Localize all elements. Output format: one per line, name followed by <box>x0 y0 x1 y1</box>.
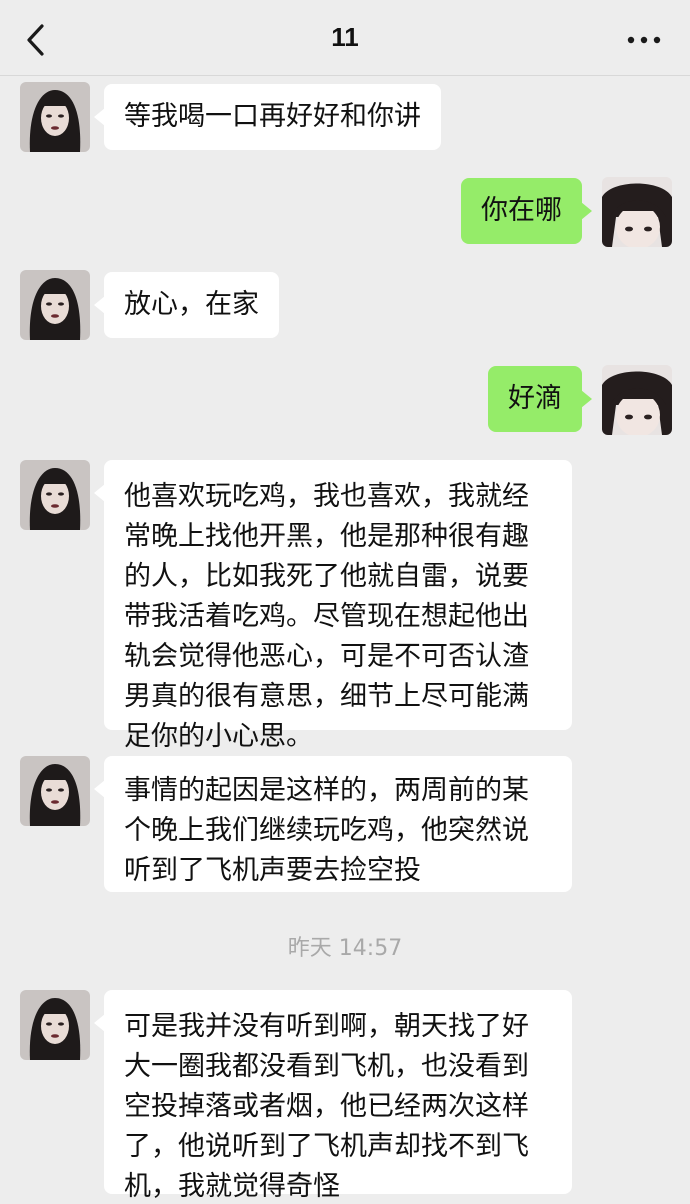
message-line: 空投掉落或者烟，他已经两次这样 <box>124 1091 529 1122</box>
avatar-image <box>20 990 90 1060</box>
message-timestamp: 昨天 14:57 <box>287 936 403 961</box>
avatar-contact[interactable] <box>20 270 90 340</box>
message-text: 好滴 <box>508 383 562 414</box>
message-bubble[interactable]: 可是我并没有听到啊，朝天找了好 大一圈我都没看到飞机，也没看到 空投掉落或者烟，… <box>94 990 572 1202</box>
avatar-contact[interactable] <box>20 756 90 826</box>
message-text: 放心，在家 <box>124 289 259 320</box>
message-line: 大一圈我都没看到飞机，也没看到 <box>124 1051 529 1082</box>
avatar-image <box>20 82 90 152</box>
avatar-image <box>20 756 90 826</box>
avatar-image <box>602 365 672 435</box>
avatar-self[interactable] <box>602 177 672 247</box>
message-bubble-self[interactable]: 好滴 <box>488 366 592 432</box>
message-bubble[interactable]: 放心，在家 <box>94 272 279 338</box>
message-bubble[interactable]: 他喜欢玩吃鸡，我也喜欢，我就经 常晚上找他开黑，他是那种很有趣 的人，比如我死了… <box>94 460 572 752</box>
avatar-image <box>20 270 90 340</box>
more-dots-icon <box>627 36 661 44</box>
message-line: 男真的很有意思，细节上尽可能满 <box>124 681 529 712</box>
message-line: 足你的小心思。 <box>124 721 313 752</box>
message-bubble-self[interactable]: 你在哪 <box>461 178 592 244</box>
nav-bar: 11 <box>0 0 690 76</box>
avatar-image <box>602 177 672 247</box>
avatar-contact[interactable] <box>20 460 90 530</box>
message-line: 了，他说听到了飞机声却找不到飞 <box>124 1131 529 1162</box>
message-line: 可是我并没有听到啊，朝天找了好 <box>124 1011 529 1042</box>
message-line: 轨会觉得他恶心，可是不可否认渣 <box>124 641 529 672</box>
avatar-contact[interactable] <box>20 82 90 152</box>
message-text: 等我喝一口再好好和你讲 <box>124 101 421 132</box>
message-bubble[interactable]: 等我喝一口再好好和你讲 <box>94 84 441 150</box>
chat-title: 11 <box>331 22 359 52</box>
message-line: 机，我就觉得奇怪 <box>124 1171 340 1202</box>
avatar-contact[interactable] <box>20 990 90 1060</box>
message-line: 他喜欢玩吃鸡，我也喜欢，我就经 <box>124 481 529 512</box>
message-line: 个晚上我们继续玩吃鸡，他突然说 <box>124 815 529 846</box>
avatar-self[interactable] <box>602 365 672 435</box>
message-line: 常晚上找他开黑，他是那种很有趣 <box>124 521 529 552</box>
message-line: 事情的起因是这样的，两周前的某 <box>124 775 529 806</box>
avatar-image <box>20 460 90 530</box>
message-bubble[interactable]: 事情的起因是这样的，两周前的某 个晚上我们继续玩吃鸡，他突然说 听到了飞机声要去… <box>94 756 572 892</box>
message-line: 带我活着吃鸡。尽管现在想起他出 <box>124 601 529 632</box>
message-text: 你在哪 <box>481 195 562 226</box>
message-line: 听到了飞机声要去捡空投 <box>124 855 421 886</box>
message-line: 的人，比如我死了他就自雷，说要 <box>124 561 529 592</box>
more-button[interactable] <box>626 30 662 50</box>
